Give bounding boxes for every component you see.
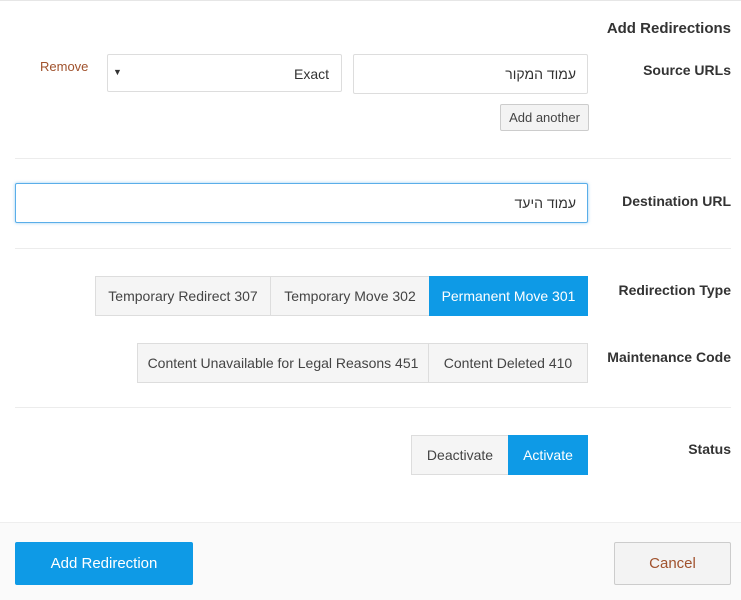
page-title: Add Redirections bbox=[606, 20, 731, 37]
divider bbox=[15, 158, 731, 159]
deactivate-button[interactable]: Deactivate bbox=[411, 435, 509, 475]
divider bbox=[15, 248, 731, 249]
temporary-move-302-button[interactable]: Temporary Move 302 bbox=[270, 276, 430, 316]
top-border bbox=[0, 0, 741, 1]
redirection-type-label: Redirection Type bbox=[618, 282, 731, 298]
dropdown-arrow-icon: ▼ bbox=[113, 67, 122, 77]
add-redirection-button[interactable]: Add Redirection bbox=[15, 542, 193, 585]
content-deleted-410-button[interactable]: Content Deleted 410 bbox=[428, 343, 588, 383]
add-another-button[interactable]: Add another bbox=[500, 104, 589, 131]
cancel-button[interactable]: Cancel bbox=[614, 542, 731, 585]
remove-link[interactable]: Remove bbox=[40, 59, 88, 74]
maintenance-code-group: Content Unavailable for Legal Reasons 45… bbox=[137, 343, 588, 383]
activate-button[interactable]: Activate bbox=[508, 435, 588, 475]
source-urls-label: Source URLs bbox=[643, 62, 731, 78]
source-url-input[interactable] bbox=[353, 54, 588, 94]
redirection-type-group: Temporary Redirect 307 Temporary Move 30… bbox=[95, 276, 588, 316]
status-group: Deactivate Activate bbox=[411, 435, 588, 475]
match-type-select[interactable]: ▼ Exact bbox=[107, 54, 342, 92]
divider bbox=[15, 407, 731, 408]
maintenance-code-label: Maintenance Code bbox=[607, 349, 731, 365]
status-label: Status bbox=[688, 441, 731, 457]
content-unavailable-451-button[interactable]: Content Unavailable for Legal Reasons 45… bbox=[137, 343, 429, 383]
destination-url-input[interactable] bbox=[15, 183, 588, 223]
destination-url-label: Destination URL bbox=[622, 193, 731, 209]
temporary-redirect-307-button[interactable]: Temporary Redirect 307 bbox=[95, 276, 271, 316]
match-type-value: Exact bbox=[293, 66, 329, 82]
permanent-move-301-button[interactable]: Permanent Move 301 bbox=[429, 276, 588, 316]
